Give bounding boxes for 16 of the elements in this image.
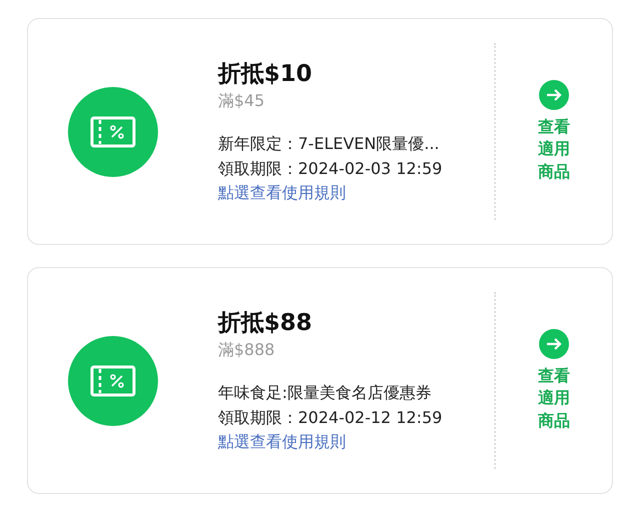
arrow-right-icon xyxy=(539,328,569,359)
discount-title: 折抵$10 xyxy=(218,60,312,88)
rules-link[interactable]: 點選查看使用規則 xyxy=(218,430,346,454)
claim-deadline: 領取期限：2024-02-03 12:59 xyxy=(218,158,442,180)
rules-link[interactable]: 點選查看使用規則 xyxy=(218,180,346,204)
minimum-spend: 滿$888 xyxy=(218,338,275,360)
coupon-icon xyxy=(68,86,158,176)
claim-deadline: 領取期限：2024-02-12 12:59 xyxy=(218,406,442,428)
view-products-button[interactable]: 查看適用商品 xyxy=(536,80,572,184)
coupon-name: 年味食足:限量美食名店優惠券 xyxy=(218,382,432,404)
coupon-icon xyxy=(68,336,158,426)
discount-title: 折抵$88 xyxy=(218,308,312,338)
minimum-spend: 滿$45 xyxy=(218,90,265,112)
view-products-button[interactable]: 查看適用商品 xyxy=(536,328,572,432)
coupon-name: 新年限定：7-ELEVEN限量優... xyxy=(218,132,440,154)
arrow-right-icon xyxy=(539,80,569,110)
